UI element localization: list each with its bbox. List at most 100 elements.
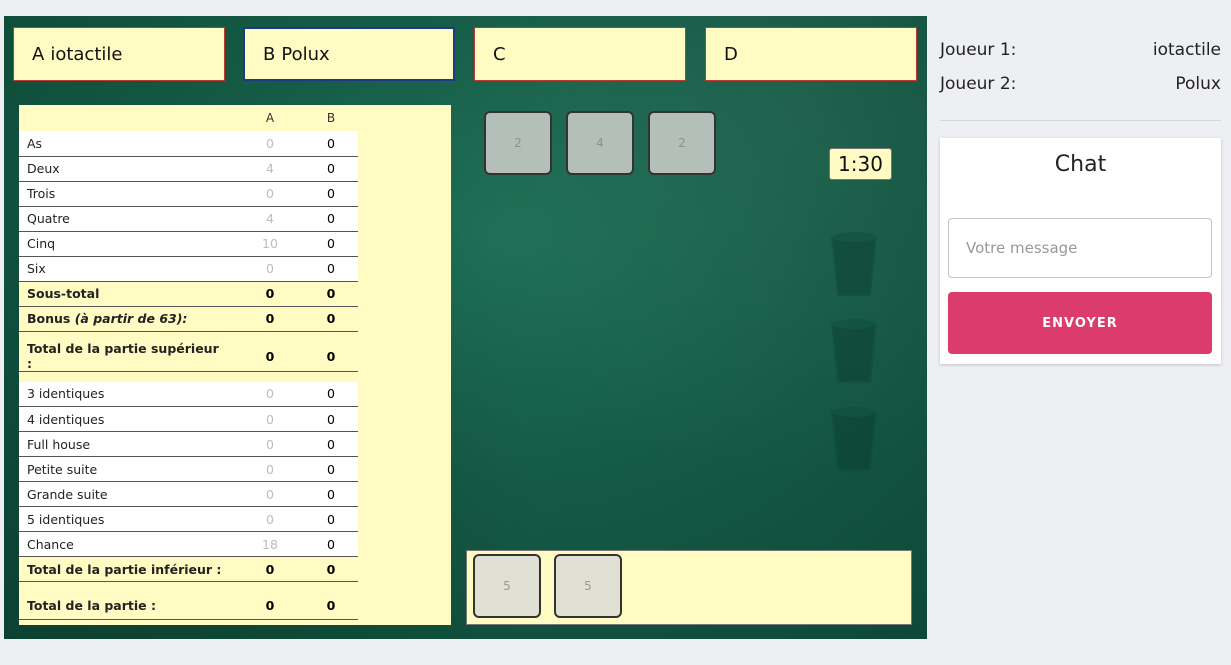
score-label: Six <box>19 256 236 282</box>
subtotal-a: 0 <box>236 281 304 307</box>
score-label: Chance <box>19 531 236 557</box>
player-slot-letter: B <box>263 43 276 65</box>
score-label: Deux <box>19 156 236 182</box>
score-label: Full house <box>19 431 236 457</box>
bonus-label: Bonus <box>27 311 71 326</box>
score-b: 0 <box>304 531 358 557</box>
score-label: As <box>19 131 236 157</box>
player-slot-d: D <box>705 27 917 81</box>
bonus-a: 0 <box>236 306 304 332</box>
score-a[interactable]: 0 <box>236 481 304 507</box>
kept-die[interactable]: 5 <box>473 554 541 618</box>
player-slot-name: Polux <box>281 43 330 65</box>
score-a[interactable]: 4 <box>236 206 304 232</box>
bonus-note: (à partir de 63): <box>74 311 188 326</box>
bonus-b: 0 <box>304 306 358 332</box>
player1-label: Joueur 1: <box>940 40 1017 60</box>
score-a[interactable]: 18 <box>236 531 304 557</box>
dice-cup-icon[interactable] <box>830 318 878 384</box>
score-row[interactable]: Trois 0 0 <box>19 181 358 207</box>
chat-message-input[interactable] <box>948 218 1212 278</box>
score-label: Trois <box>19 181 236 207</box>
player-slot-b: B Polux <box>243 27 455 81</box>
die[interactable]: 2 <box>648 111 716 175</box>
scorecard: A B As 0 0 Deux 4 0 Trois 0 0 Quatre 4 0 <box>19 105 451 625</box>
subtotal-label: Sous-total <box>19 281 236 307</box>
player-slot-letter: C <box>493 43 506 65</box>
score-row[interactable]: 3 identiques 0 0 <box>19 381 358 407</box>
player-slot-name: iotactile <box>50 43 123 65</box>
score-b: 0 <box>304 131 358 157</box>
score-b: 0 <box>304 431 358 457</box>
score-row[interactable]: Grande suite 0 0 <box>19 481 358 507</box>
score-b: 0 <box>304 456 358 482</box>
score-b: 0 <box>304 181 358 207</box>
score-b: 0 <box>304 231 358 257</box>
score-a[interactable]: 0 <box>236 506 304 532</box>
grand-total-a: 0 <box>236 591 304 620</box>
score-row[interactable]: Cinq 10 0 <box>19 231 358 257</box>
grand-total-row: Total de la partie : 0 0 <box>19 591 358 620</box>
score-row[interactable]: Deux 4 0 <box>19 156 358 182</box>
scorecard-col-b: B <box>326 111 336 125</box>
player2-label: Joueur 2: <box>940 74 1017 94</box>
score-label: Grande suite <box>19 481 236 507</box>
player-slot-letter: A <box>32 43 45 65</box>
bonus-row: Bonus (à partir de 63): 0 0 <box>19 306 358 332</box>
upper-total-row: Total de la partie supérieur : 0 0 <box>19 341 358 372</box>
score-b: 0 <box>304 206 358 232</box>
upper-total-b: 0 <box>304 341 358 372</box>
score-a[interactable]: 4 <box>236 156 304 182</box>
score-b: 0 <box>304 481 358 507</box>
score-label: 5 identiques <box>19 506 236 532</box>
player2-row: Joueur 2: Polux <box>940 69 1221 99</box>
score-row[interactable]: 5 identiques 0 0 <box>19 506 358 532</box>
score-a[interactable]: 0 <box>236 431 304 457</box>
die[interactable]: 2 <box>484 111 552 175</box>
score-a[interactable]: 10 <box>236 231 304 257</box>
lower-total-label: Total de la partie inférieur : <box>19 556 236 582</box>
player1-name: iotactile <box>1152 40 1221 60</box>
score-row[interactable]: Quatre 4 0 <box>19 206 358 232</box>
score-label: Quatre <box>19 206 236 232</box>
player-slot-c: C <box>474 27 686 81</box>
score-row[interactable]: Chance 18 0 <box>19 531 358 557</box>
kept-die[interactable]: 5 <box>554 554 622 618</box>
score-label: Cinq <box>19 231 236 257</box>
upper-total-label: Total de la partie supérieur : <box>19 341 236 372</box>
chat-panel: Chat ENVOYER <box>940 138 1221 364</box>
score-a[interactable]: 0 <box>236 406 304 432</box>
score-b: 0 <box>304 256 358 282</box>
score-a[interactable]: 0 <box>236 181 304 207</box>
score-row[interactable]: Full house 0 0 <box>19 431 358 457</box>
scorecard-col-a: A <box>265 111 275 125</box>
lower-total-b: 0 <box>304 556 358 582</box>
lower-total-a: 0 <box>236 556 304 582</box>
score-label: 3 identiques <box>19 381 236 407</box>
score-b: 0 <box>304 506 358 532</box>
grand-total-b: 0 <box>304 591 358 620</box>
divider <box>940 120 1221 121</box>
kept-dice-tray: 5 5 <box>466 550 912 625</box>
score-a[interactable]: 0 <box>236 256 304 282</box>
score-a[interactable]: 0 <box>236 381 304 407</box>
score-row[interactable]: Six 0 0 <box>19 256 358 282</box>
player1-row: Joueur 1: iotactile <box>940 35 1221 65</box>
send-button[interactable]: ENVOYER <box>948 292 1212 354</box>
lower-total-row: Total de la partie inférieur : 0 0 <box>19 556 358 582</box>
score-a[interactable]: 0 <box>236 456 304 482</box>
turn-timer: 1:30 <box>829 148 892 180</box>
chat-title: Chat <box>1054 152 1107 177</box>
dice-cup-icon[interactable] <box>830 406 878 472</box>
grand-total-label: Total de la partie : <box>19 591 236 620</box>
score-row[interactable]: As 0 0 <box>19 131 358 157</box>
score-b: 0 <box>304 156 358 182</box>
score-row[interactable]: Petite suite 0 0 <box>19 456 358 482</box>
score-b: 0 <box>304 406 358 432</box>
score-a[interactable]: 0 <box>236 131 304 157</box>
die[interactable]: 4 <box>566 111 634 175</box>
score-row[interactable]: 4 identiques 0 0 <box>19 406 358 432</box>
score-b: 0 <box>304 381 358 407</box>
dice-cup-icon[interactable] <box>830 231 878 297</box>
score-label: Petite suite <box>19 456 236 482</box>
